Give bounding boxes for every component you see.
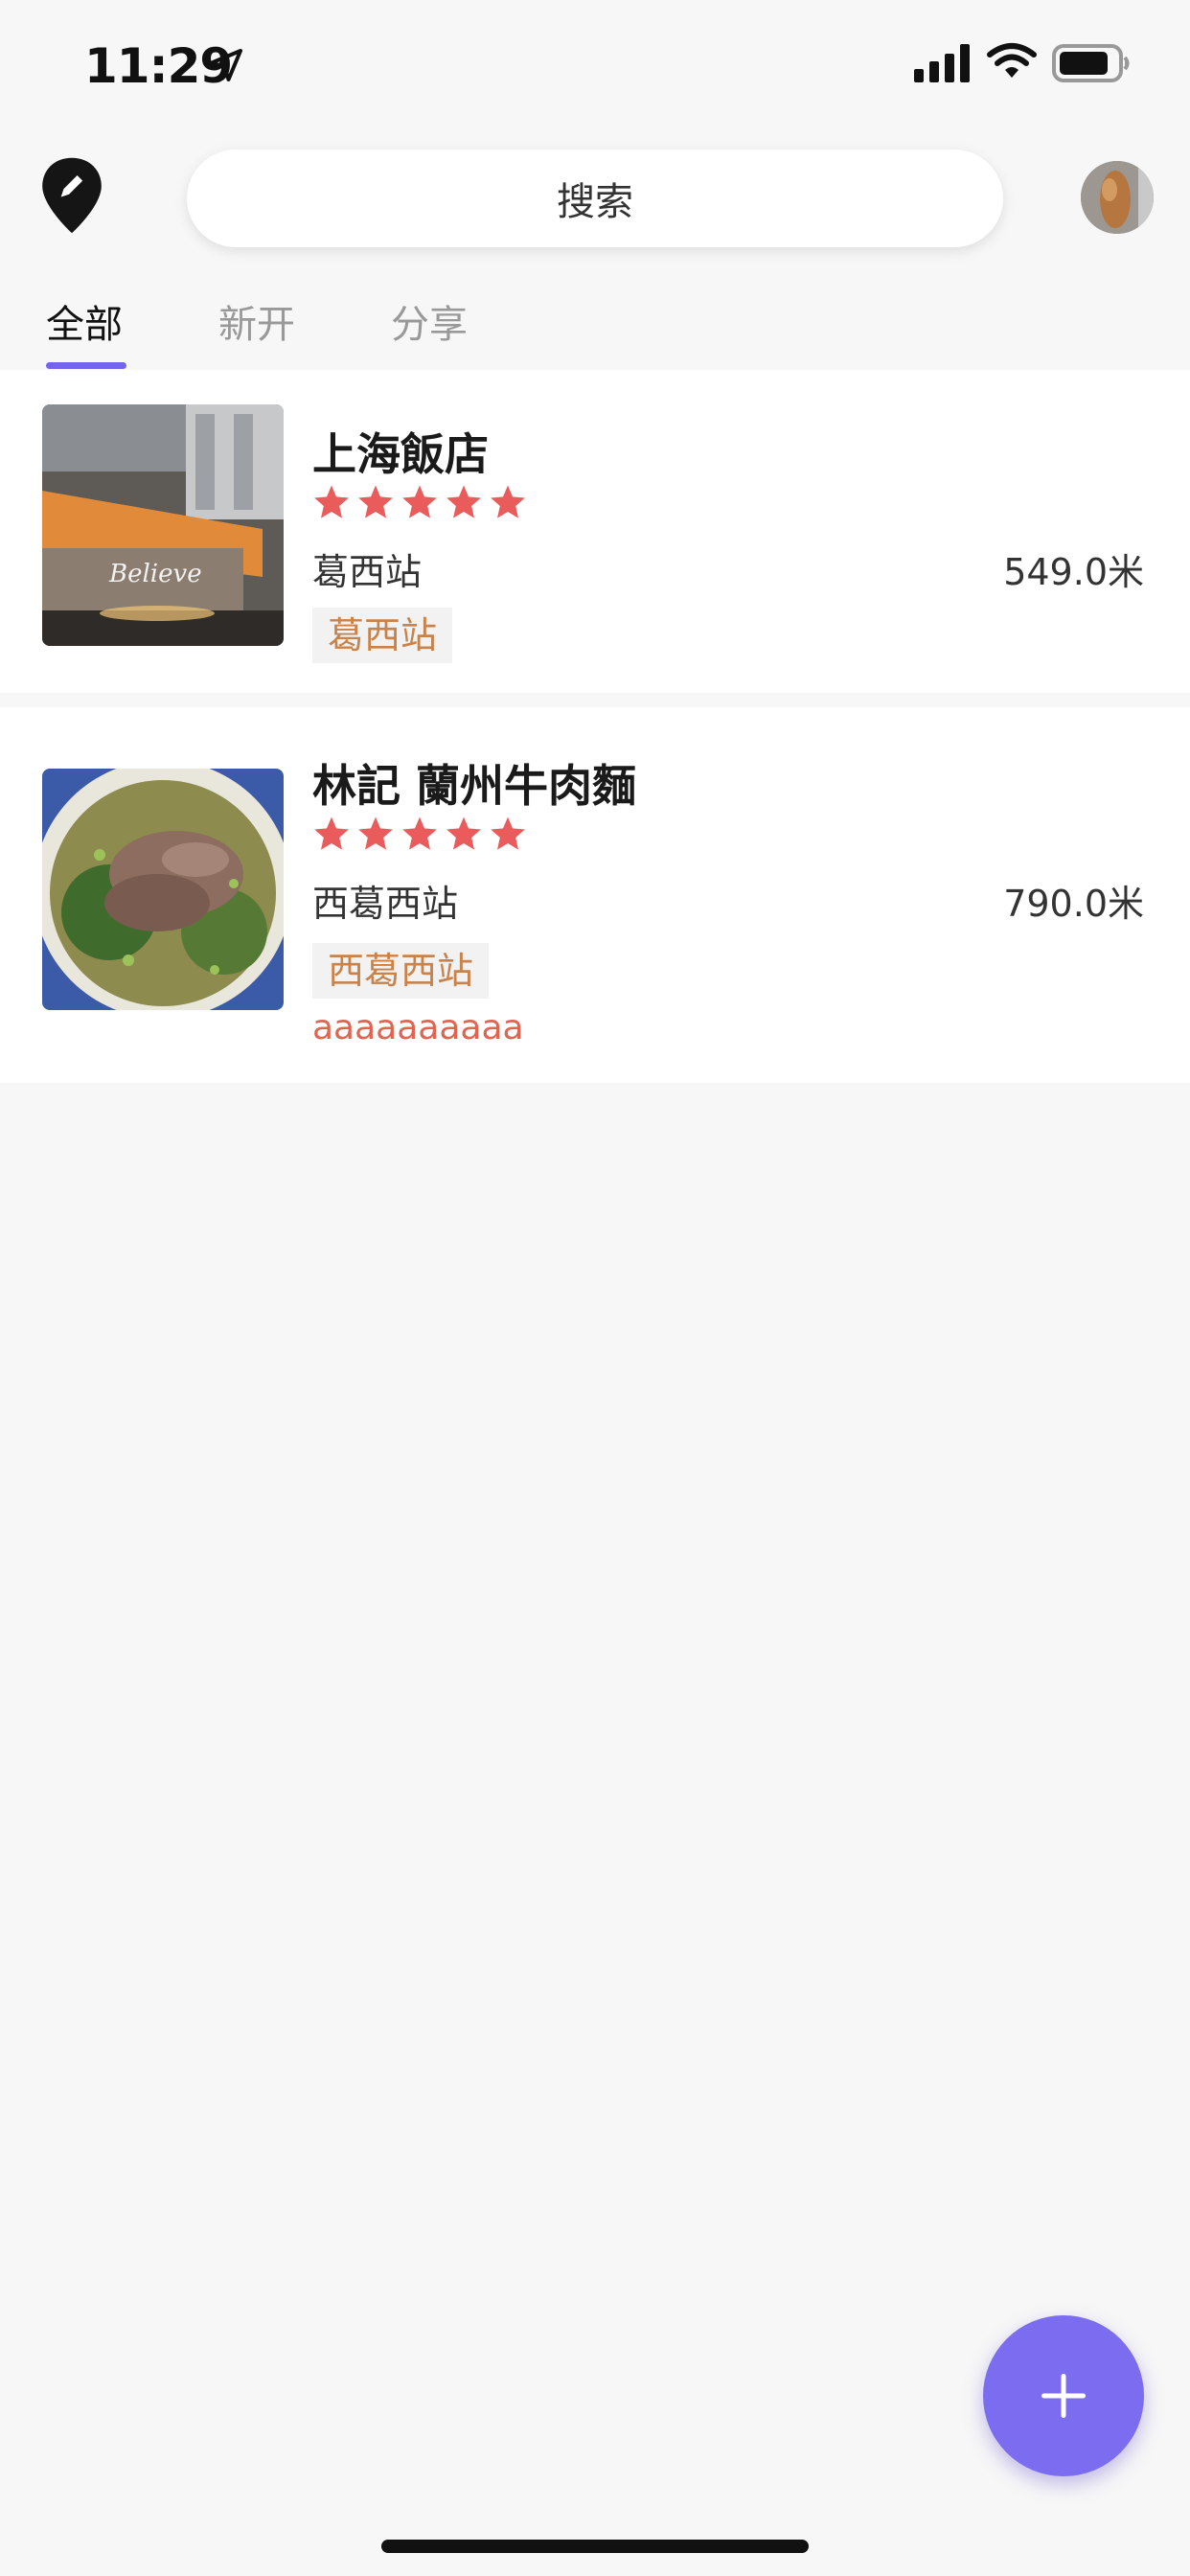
search-placeholder: 搜索	[557, 180, 633, 224]
star-icon	[314, 485, 349, 518]
restaurant-photo: Believe	[42, 404, 284, 646]
star-icon	[491, 485, 525, 518]
restaurant-distance: 549.0米	[1003, 551, 1144, 593]
search-bar[interactable]: 搜索	[187, 150, 1003, 247]
star-icon	[446, 816, 481, 850]
star-icon	[358, 485, 393, 518]
restaurant-card[interactable]: 林記 蘭州牛肉麵 西葛西站 790.0米 西葛西站 aaaaaaaaaa	[0, 707, 1190, 1083]
status-bar: 11:29	[0, 0, 1190, 128]
star-icon	[491, 816, 525, 850]
location-arrow-icon	[210, 49, 242, 81]
restaurant-photo	[42, 769, 284, 1010]
restaurant-name: 上海飯店	[312, 428, 489, 480]
star-icon	[446, 485, 481, 518]
star-icon	[314, 816, 349, 850]
avatar-image	[1081, 161, 1154, 234]
avatar[interactable]	[1081, 161, 1154, 234]
wifi-icon	[987, 43, 1037, 78]
tab-new[interactable]: 新开	[218, 293, 295, 349]
restaurant-station: 西葛西站	[312, 883, 459, 925]
star-icon	[402, 816, 437, 850]
station-tag[interactable]: 西葛西站	[312, 943, 490, 999]
battery-icon	[1052, 44, 1130, 82]
star-icon	[358, 816, 393, 850]
tab-all[interactable]: 全部	[46, 293, 123, 349]
station-tag[interactable]: 葛西站	[312, 608, 453, 663]
tab-share[interactable]: 分享	[391, 293, 468, 349]
star-icon	[402, 485, 437, 518]
restaurant-name: 林記 蘭州牛肉麵	[312, 760, 637, 812]
cellular-signal-icon	[914, 44, 970, 82]
active-tab-indicator	[46, 362, 126, 369]
pin-edit-icon[interactable]	[38, 155, 105, 236]
restaurant-note: aaaaaaaaaa	[312, 1008, 524, 1047]
category-tabs: 全部 新开 分享	[0, 288, 1190, 370]
svg-text:Believe: Believe	[108, 560, 202, 588]
home-indicator	[381, 2540, 809, 2553]
add-button[interactable]	[983, 2315, 1144, 2476]
restaurant-station: 葛西站	[312, 551, 423, 593]
restaurant-card[interactable]: Believe 上海飯店 葛西站 549.0米 葛西站	[0, 370, 1190, 693]
restaurant-distance: 790.0米	[1003, 883, 1144, 925]
rating-stars	[312, 483, 527, 521]
plus-icon	[1041, 2374, 1086, 2418]
rating-stars	[312, 815, 527, 853]
